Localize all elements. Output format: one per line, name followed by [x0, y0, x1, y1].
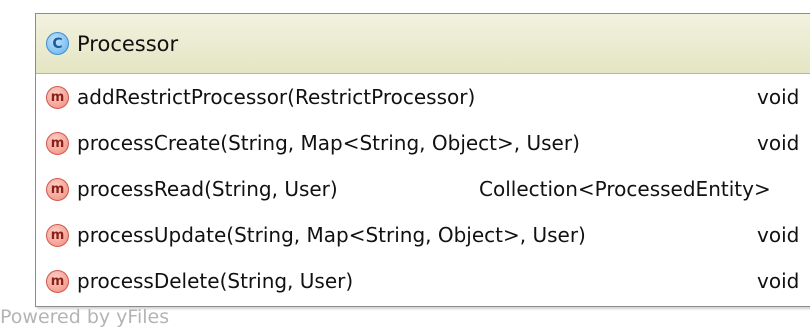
- method-list: m addRestrictProcessor(RestrictProcessor…: [36, 74, 810, 304]
- powered-by-watermark: Powered by yFiles: [0, 306, 170, 328]
- method-icon: m: [46, 223, 69, 247]
- method-return-type: void: [757, 85, 800, 109]
- method-return-type: void: [757, 131, 800, 155]
- method-signature: processRead(String, User): [77, 177, 338, 201]
- method-row-process-update[interactable]: m processUpdate(String, Map<String, Obje…: [36, 212, 810, 258]
- class-icon: C: [46, 32, 69, 55]
- method-row-process-read[interactable]: m processRead(String, User) Collection<P…: [36, 166, 810, 212]
- method-row-add-restrict-processor[interactable]: m addRestrictProcessor(RestrictProcessor…: [36, 74, 810, 120]
- method-return-type: void: [757, 223, 800, 247]
- method-row-process-create[interactable]: m processCreate(String, Map<String, Obje…: [36, 120, 810, 166]
- method-icon: m: [46, 269, 69, 293]
- method-return-type: Collection<ProcessedEntity>: [479, 177, 771, 201]
- method-signature: processCreate(String, Map<String, Object…: [77, 131, 580, 155]
- method-icon: m: [46, 85, 69, 109]
- method-row-process-delete[interactable]: m processDelete(String, User) void: [36, 258, 810, 304]
- uml-class-box[interactable]: C Processor m addRestrictProcessor(Restr…: [35, 13, 810, 307]
- method-signature: processDelete(String, User): [77, 269, 354, 293]
- method-return-type: void: [757, 269, 800, 293]
- class-header[interactable]: C Processor: [36, 14, 810, 74]
- method-icon: m: [46, 131, 69, 155]
- method-icon: m: [46, 177, 69, 201]
- method-signature: processUpdate(String, Map<String, Object…: [77, 223, 586, 247]
- method-signature: addRestrictProcessor(RestrictProcessor): [77, 85, 476, 109]
- class-name: Processor: [77, 31, 179, 56]
